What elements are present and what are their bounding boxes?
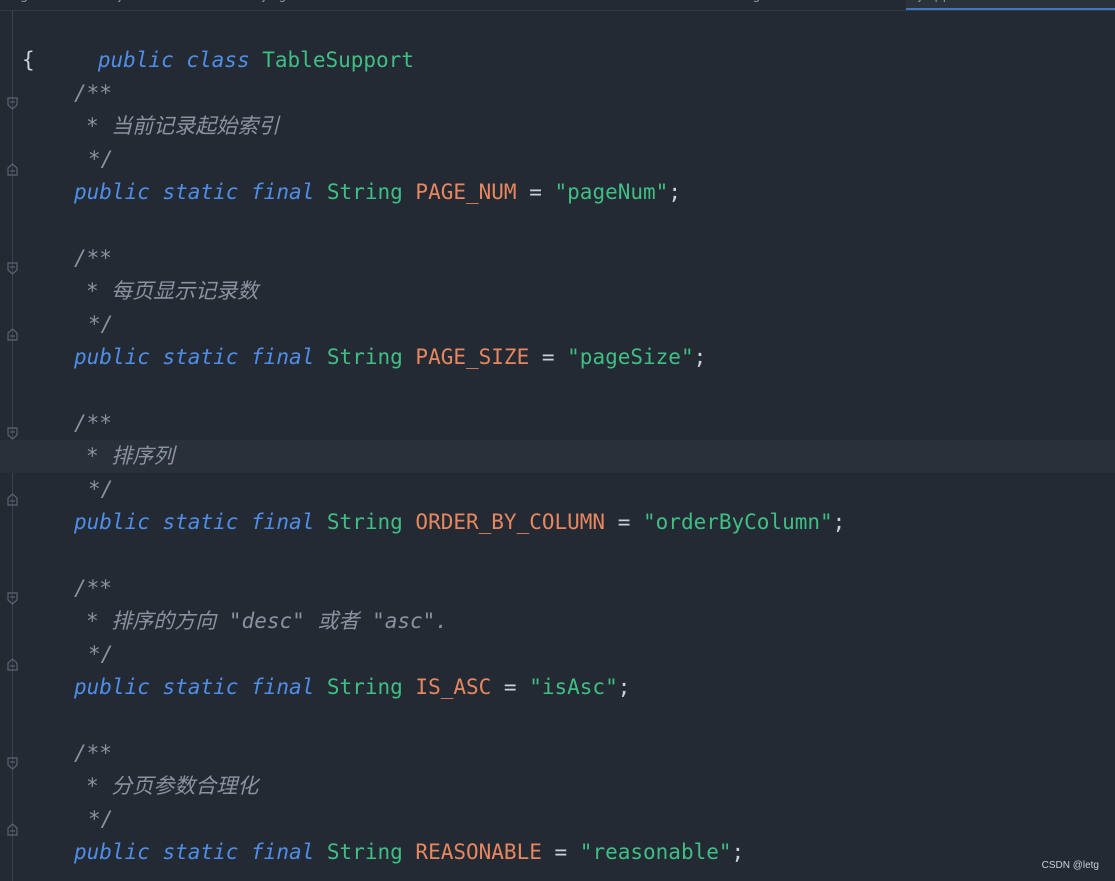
field-name: REASONABLE <box>415 840 542 864</box>
assign-operator: = <box>516 180 555 204</box>
doc-comment-text: * 分页参数合理化 <box>86 774 259 798</box>
field-type: String <box>326 675 403 699</box>
doc-comment-open: /** <box>74 576 112 600</box>
assign-operator: = <box>491 675 530 699</box>
fold-end-icon[interactable] <box>7 153 18 176</box>
code-line: /** <box>0 737 1115 770</box>
fold-start-icon[interactable] <box>7 87 18 110</box>
open-brace: { <box>22 48 35 72</box>
code-line: */ <box>0 803 1115 836</box>
doc-comment-open: /** <box>74 411 112 435</box>
fold-start-icon[interactable] <box>7 252 18 275</box>
doc-comment-open: /** <box>74 246 112 270</box>
tab-4[interactable]: ...... <box>500 0 525 8</box>
code-line: public static final String PAGE_NUM = "p… <box>0 176 1115 209</box>
assign-operator: = <box>541 840 580 864</box>
modifier-static: static <box>162 510 239 534</box>
modifier-public: public <box>74 510 150 534</box>
doc-comment-text: * 当前记录起始索引 <box>86 114 280 138</box>
modifier-public: public <box>74 675 150 699</box>
field-name: PAGE_NUM <box>415 180 517 204</box>
field-value: "pageSize" <box>567 345 694 369</box>
modifier-static: static <box>162 675 239 699</box>
semicolon: ; <box>832 510 846 534</box>
field-value: "pageNum" <box>554 180 669 204</box>
field-name: ORDER_BY_COLUMN <box>415 510 606 534</box>
doc-comment-text: * 每页显示记录数 <box>86 279 259 303</box>
doc-comment-close: */ <box>88 807 114 831</box>
field-value: "orderByColumn" <box>643 510 833 534</box>
assign-operator: = <box>529 345 568 369</box>
fold-end-icon[interactable] <box>7 483 18 506</box>
field-name: IS_ASC <box>415 675 492 699</box>
code-line: * 排序的方向 "desc" 或者 "asc". <box>0 605 1115 638</box>
doc-comment-open: /** <box>74 741 112 765</box>
fold-start-icon[interactable] <box>7 747 18 770</box>
doc-comment-text: * 排序的方向 "desc" 或者 "asc". <box>86 609 448 633</box>
code-line: /** <box>0 77 1115 110</box>
code-line: public static final String ORDER_BY_COLU… <box>0 506 1115 539</box>
modifier-public: public <box>74 345 150 369</box>
tab-1[interactable]: g... <box>20 0 41 8</box>
semicolon: ; <box>668 180 681 204</box>
modifier-static: static <box>162 180 239 204</box>
field-type: String <box>326 840 403 864</box>
doc-comment-open: /** <box>74 81 112 105</box>
modifier-static: static <box>162 840 239 864</box>
code-line: public static final String REASONABLE = … <box>0 836 1115 869</box>
doc-comment-close: */ <box>88 642 114 666</box>
code-line: public static final String IS_ASC = "isA… <box>0 671 1115 704</box>
field-name: PAGE_SIZE <box>415 345 530 369</box>
fold-end-icon[interactable] <box>7 318 18 341</box>
fold-start-icon[interactable] <box>7 582 18 605</box>
tab-2[interactable]: ..j... <box>110 0 134 8</box>
code-line: */ <box>0 143 1115 176</box>
csdn-watermark: CSDN @letg <box>1041 860 1099 871</box>
modifier-final: final <box>251 510 315 534</box>
field-value: "reasonable" <box>579 840 732 864</box>
modifier-static: static <box>162 345 239 369</box>
code-line: * 排序列 <box>0 440 1115 473</box>
modifier-final: final <box>251 180 315 204</box>
code-line: public class TableSupport <box>0 11 1115 72</box>
code-line: */ <box>0 638 1115 671</box>
fold-end-icon[interactable] <box>7 813 18 836</box>
tab-5[interactable]: ...g... <box>740 0 773 8</box>
code-line: */ <box>0 473 1115 506</box>
doc-comment-text: * 排序列 <box>86 444 175 468</box>
tab-table-support-active[interactable]: ...j...pp... <box>906 0 1115 10</box>
code-line: * 每页显示记录数 <box>0 275 1115 308</box>
modifier-final: final <box>251 840 315 864</box>
editor-tab-bar: g... ..j... ...j...g... ...... ...g... .… <box>0 0 1115 11</box>
modifier-final: final <box>251 675 315 699</box>
code-line: /** <box>0 407 1115 440</box>
field-type: String <box>326 180 403 204</box>
doc-comment-close: */ <box>88 147 114 171</box>
modifier-public: public <box>74 840 150 864</box>
modifier-public: public <box>74 180 150 204</box>
doc-comment-close: */ <box>88 312 114 336</box>
tab-3[interactable]: ...j...g... <box>250 0 299 8</box>
code-editor[interactable]: public class TableSupport { /** * 当前记录起始索… <box>0 11 1115 881</box>
field-type: String <box>326 510 403 534</box>
field-type: String <box>326 345 403 369</box>
assign-operator: = <box>605 510 644 534</box>
semicolon: ; <box>617 675 631 699</box>
fold-start-icon[interactable] <box>7 417 18 440</box>
code-line: /** <box>0 242 1115 275</box>
code-line: */ <box>0 308 1115 341</box>
semicolon: ; <box>731 840 745 864</box>
fold-end-icon[interactable] <box>7 648 18 671</box>
code-line: * 当前记录起始索引 <box>0 110 1115 143</box>
code-line: { <box>0 44 1115 77</box>
semicolon: ; <box>693 345 707 369</box>
field-value: "isAsc" <box>529 675 618 699</box>
code-line: * 分页参数合理化 <box>0 770 1115 803</box>
code-line: /** <box>0 572 1115 605</box>
code-line: public static final String PAGE_SIZE = "… <box>0 341 1115 374</box>
doc-comment-close: */ <box>88 477 114 501</box>
modifier-final: final <box>251 345 315 369</box>
